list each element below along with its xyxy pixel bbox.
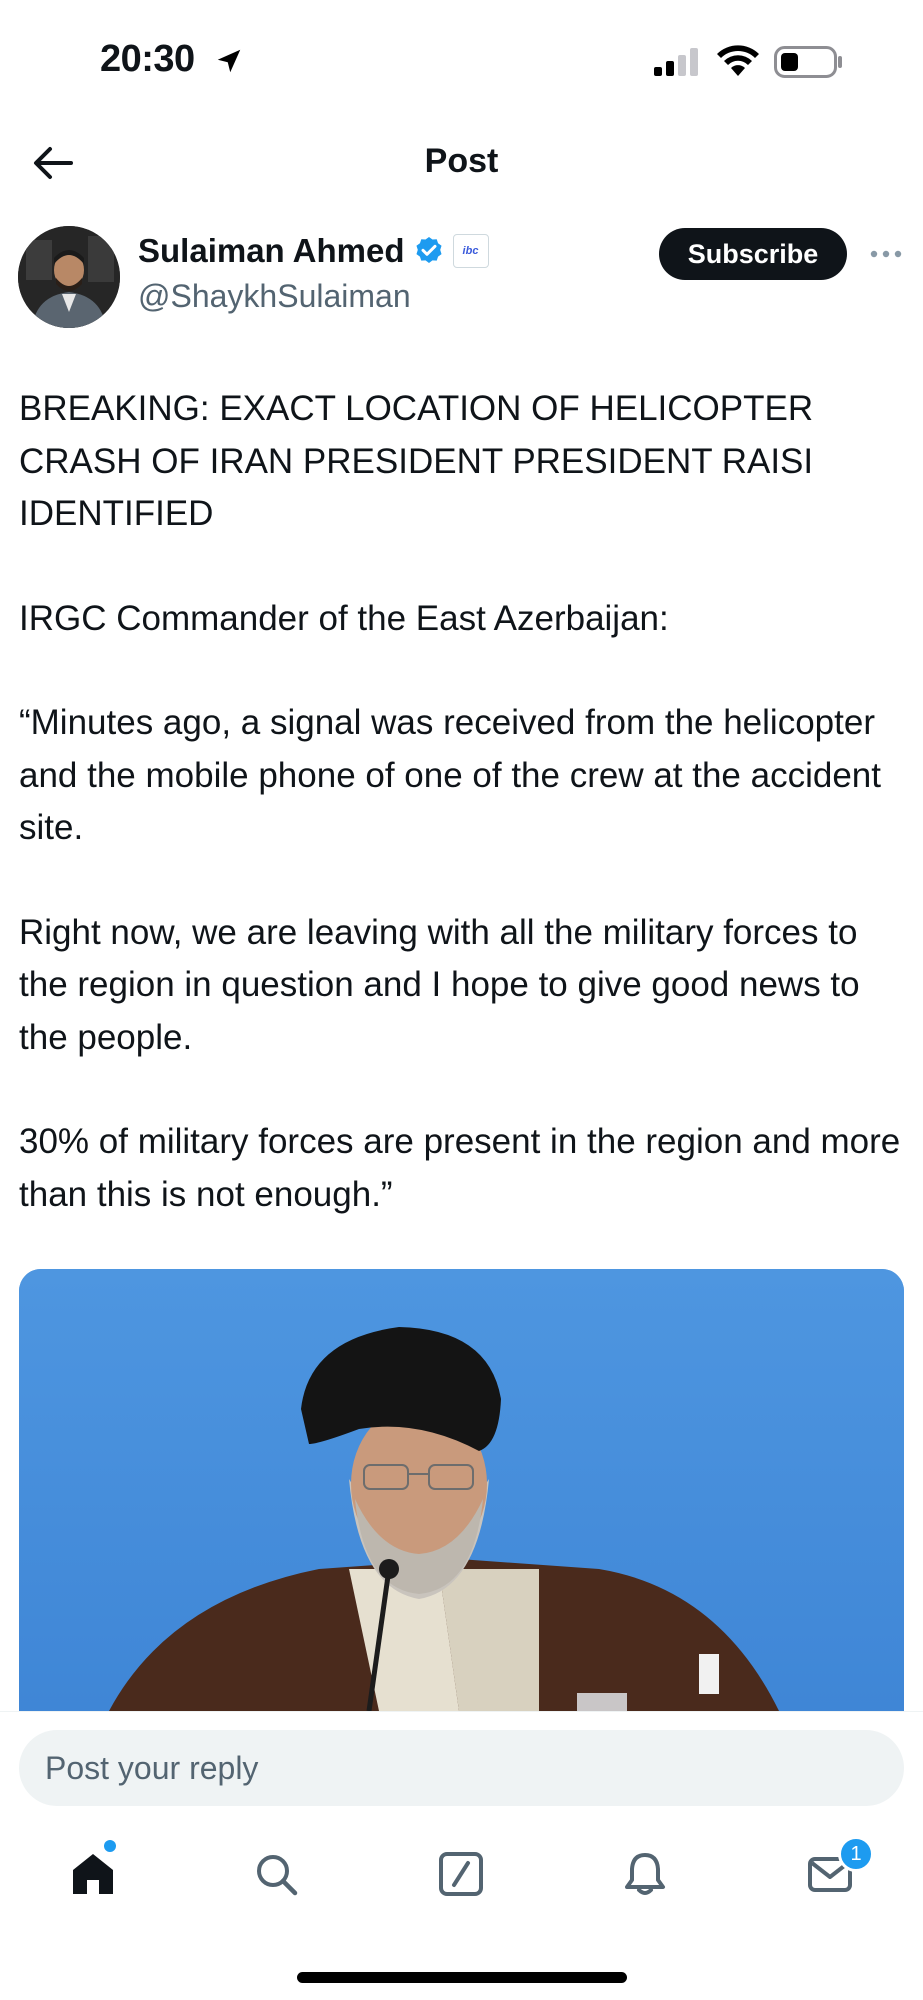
author-name[interactable]: Sulaiman Ahmed <box>138 232 405 270</box>
post-paragraph: “Minutes ago, a signal was received from… <box>19 703 881 847</box>
page-title: Post <box>424 142 499 180</box>
subscribe-button[interactable]: Subscribe <box>659 228 847 280</box>
post-paragraph: 30% of military forces are present in th… <box>19 1122 901 1214</box>
post-text: BREAKING: EXACT LOCATION OF HELICOPTER C… <box>19 383 909 1221</box>
home-indicator <box>297 1972 627 1983</box>
verified-badge-icon <box>415 237 442 263</box>
nav-home[interactable] <box>63 1844 123 1904</box>
reply-input[interactable] <box>19 1730 904 1806</box>
status-bar: 20:30 <box>0 0 923 120</box>
location-arrow-icon <box>217 49 241 73</box>
notifications-icon <box>625 1853 665 1895</box>
home-icon <box>73 1854 113 1894</box>
author-name-group[interactable]: Sulaiman Ahmed ibc <box>138 232 489 270</box>
header: Post <box>0 120 923 210</box>
author-handle[interactable]: @ShaykhSulaiman <box>138 278 411 315</box>
home-unread-dot <box>104 1840 116 1852</box>
bottom-nav: 1 <box>0 1814 923 2000</box>
photo-of-cleric <box>19 1269 904 1711</box>
post-image[interactable] <box>19 1269 904 1711</box>
messages-badge: 1 <box>838 1836 874 1872</box>
wifi-icon <box>717 45 759 76</box>
cellular-signal-icon <box>654 48 698 76</box>
avatar[interactable] <box>18 226 120 328</box>
search-icon <box>257 1855 298 1896</box>
author-row: Sulaiman Ahmed ibc @ShaykhSulaiman Subsc… <box>0 222 923 332</box>
post-paragraph: BREAKING: EXACT LOCATION OF HELICOPTER C… <box>19 389 814 533</box>
avatar-image <box>18 226 120 328</box>
affiliate-badge[interactable]: ibc <box>452 234 489 268</box>
nav-notifications[interactable] <box>615 1844 675 1904</box>
post-paragraph: Right now, we are leaving with all the m… <box>19 912 860 1057</box>
more-options-icon[interactable] <box>866 240 906 268</box>
battery-icon <box>774 46 842 78</box>
nav-compose[interactable] <box>431 1844 491 1904</box>
status-time: 20:30 <box>100 38 195 80</box>
nav-search[interactable] <box>246 1844 306 1904</box>
post-paragraph: IRGC Commander of the East Azerbaijan: <box>19 598 669 638</box>
compose-icon <box>439 1852 483 1896</box>
reply-area <box>0 1712 923 1814</box>
